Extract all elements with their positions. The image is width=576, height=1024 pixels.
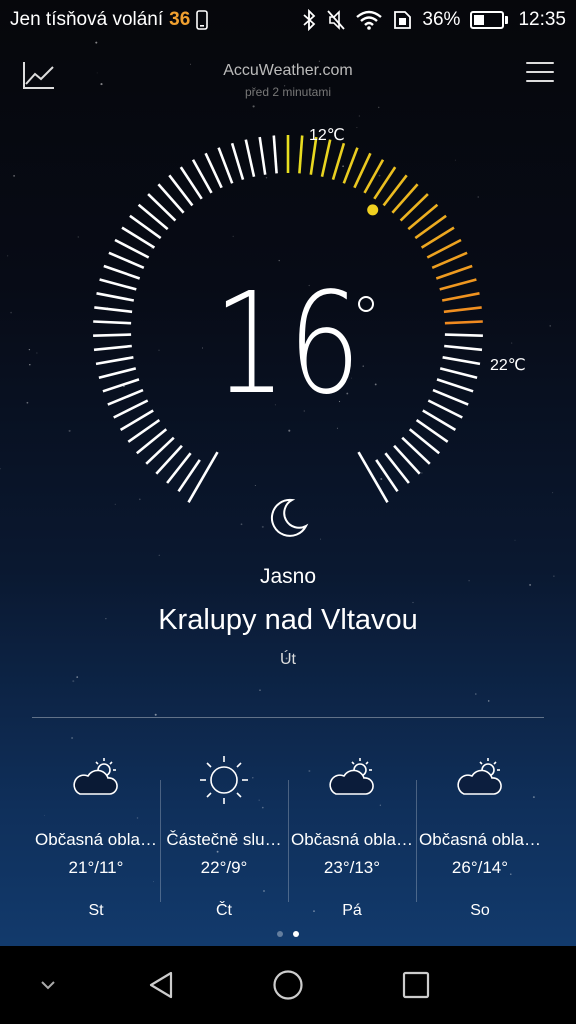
dial-tick — [331, 142, 346, 180]
collapse-button[interactable] — [28, 946, 68, 1024]
dial-tick — [258, 136, 267, 175]
forecast-temps: 23°/13° — [323, 858, 381, 877]
dial-tick — [108, 251, 145, 269]
status-right: 36% 12:35 — [302, 9, 566, 31]
sun-icon — [200, 756, 248, 804]
dial-tick — [217, 147, 234, 184]
min-temp-label: 12℃ — [309, 127, 345, 144]
weather-screen: Jen tísňová volání 36 36% 12:35 AccuWeat… — [0, 0, 576, 946]
dial-tick — [357, 451, 389, 503]
home-button[interactable] — [263, 946, 313, 1024]
mute-icon — [326, 9, 346, 31]
recents-button[interactable] — [391, 946, 441, 1024]
forecast-day: Pá — [342, 902, 362, 919]
degree-symbol — [358, 296, 374, 312]
dial-tick — [272, 135, 278, 174]
data-source-label: AccuWeather.com — [223, 62, 353, 79]
dial-tick — [187, 451, 219, 503]
sim-icon — [392, 10, 412, 30]
moon-icon — [270, 498, 309, 537]
carrier-text: Jen tísňová volání — [10, 9, 164, 30]
page-dot-active[interactable] — [293, 931, 299, 937]
page-indicator — [0, 931, 576, 937]
forecast-description: Částečně slu… — [166, 830, 282, 849]
forecast-item[interactable]: Částečně slu… 22°/9° Čt — [160, 750, 288, 920]
partly-cloudy-icon — [457, 758, 502, 795]
battery-icon — [470, 11, 509, 29]
forecast-temps: 26°/14° — [451, 858, 509, 877]
dial-tick — [320, 139, 332, 177]
current-temp-marker — [367, 204, 379, 216]
partly-cloudy-icon — [73, 758, 118, 795]
menu-icon — [526, 62, 554, 82]
carrier-signal-number: 36 — [169, 9, 191, 30]
wifi-icon — [356, 10, 383, 30]
forecast-day: St — [88, 902, 104, 919]
back-icon — [149, 971, 173, 999]
forecast-description: Občasná obla… — [419, 830, 541, 849]
dial-tick — [114, 238, 150, 259]
menu-button[interactable] — [526, 62, 554, 86]
forecast-item[interactable]: Občasná obla… 23°/13° Pá — [288, 750, 416, 920]
last-updated-label: před 2 minutami — [244, 85, 332, 99]
forecast-day: So — [470, 902, 490, 919]
city-name[interactable]: Kralupy nad Vltavou — [0, 604, 576, 637]
dial-tick — [298, 135, 304, 174]
current-temperature: 16 — [213, 263, 363, 426]
forecast-item[interactable]: Občasná obla… 21°/11° St — [32, 750, 160, 920]
phone-icon — [196, 10, 209, 30]
max-temp-label: 22℃ — [490, 357, 526, 374]
clock: 12:35 — [518, 9, 566, 30]
forecast-item[interactable]: Občasná obla… 26°/14° So — [416, 750, 544, 920]
dial-tick — [353, 152, 372, 189]
condition-text: Jasno — [259, 565, 317, 588]
current-day: Út — [280, 651, 296, 668]
app-header: AccuWeather.com před 2 minutami — [0, 54, 576, 104]
forecast-temps: 21°/11° — [68, 858, 124, 877]
forecast-row: Občasná obla… 21°/11° St Částečně slu… 2… — [32, 750, 544, 920]
dial-tick — [204, 152, 223, 189]
forecast-temps: 22°/9° — [200, 858, 248, 877]
forecast-day: Čt — [216, 902, 232, 919]
recents-icon — [402, 971, 430, 999]
dial-tick — [426, 238, 462, 259]
navigation-bar — [0, 946, 576, 1024]
partly-cloudy-icon — [329, 758, 374, 795]
dial-tick — [230, 142, 245, 180]
forecast-description: Občasná obla… — [35, 830, 157, 849]
battery-percent: 36% — [422, 9, 461, 30]
divider — [32, 717, 544, 718]
status-bar: Jen tísňová volání 36 36% 12:35 — [0, 0, 576, 40]
status-left: Jen tísňová volání 36 — [10, 9, 209, 31]
bluetooth-icon — [302, 9, 316, 31]
home-icon — [273, 970, 303, 1000]
dial-tick — [342, 147, 359, 184]
chevron-down-icon — [41, 981, 55, 990]
dial-tick — [431, 251, 468, 269]
page-dot[interactable] — [277, 931, 283, 937]
back-button[interactable] — [136, 946, 186, 1024]
dial-tick — [244, 139, 256, 177]
forecast-description: Občasná obla… — [291, 830, 413, 849]
